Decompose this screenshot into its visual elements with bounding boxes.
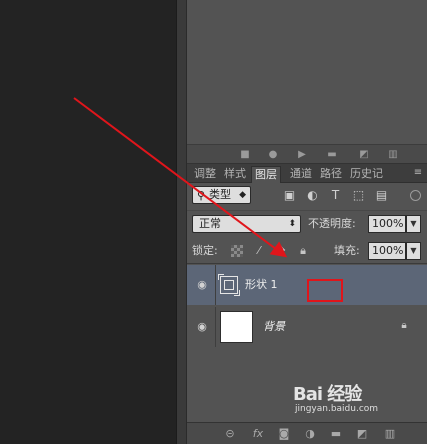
layer-name[interactable]: 背景 [263,319,285,335]
layer-row-background[interactable]: ◉ 背景 🔒︎ [187,307,427,347]
visibility-eye-icon[interactable]: ◉ [195,278,209,292]
chevron-updown-icon: ⬍ [288,219,296,229]
shape-filter-icon[interactable]: ⬚ [352,189,365,202]
filter-kind-select[interactable]: ⚲ 类型 ◆ [192,186,251,204]
lock-row: 锁定: ⁄ ✥ 🔒︎ 填充: 100% ▼ [187,238,427,264]
tab-adjustments[interactable]: 调整 [191,166,219,183]
panel-dock-gutter [176,0,186,444]
tab-styles[interactable]: 样式 [221,166,249,183]
mask-icon[interactable]: ◙ [277,427,291,441]
tab-paths[interactable]: 路径 [317,166,345,183]
shape-layer-thumbnail-icon[interactable] [218,274,240,296]
adjustment-icon[interactable]: ◑ [303,427,317,441]
type-filter-icon[interactable]: T [329,189,342,202]
tab-history[interactable]: 历史记 [347,166,386,183]
stop-icon[interactable]: ■ [239,149,251,160]
panel-tab-strip: 调整 样式 图层 通道 路径 历史记 ≡ [187,164,427,183]
fill-input[interactable]: 100% [368,242,406,260]
filter-kind-value: 类型 [209,188,231,201]
play-icon[interactable]: ▶ [296,149,308,160]
opacity-label: 不透明度: [308,217,356,230]
document-canvas[interactable] [0,0,176,444]
blend-mode-select[interactable]: 正常 ⬍ [192,215,301,233]
folder-icon[interactable]: ▬ [326,149,338,160]
layers-bottom-toolbar: ⊝ fx ◙ ◑ ▬ ◩ ▥ [187,422,427,444]
actions-panel-body [187,0,427,144]
fill-dropdown-icon[interactable]: ▼ [406,242,421,260]
fx-icon[interactable]: fx [251,427,265,441]
delete-icon[interactable]: ▥ [383,427,397,441]
lock-pixels-icon[interactable]: ⁄ [253,245,265,257]
tab-layers[interactable]: 图层 [251,166,281,183]
fill-label: 填充: [334,244,360,257]
blend-mode-row: 正常 ⬍ 不透明度: 100% ▼ [187,210,427,236]
lock-icon: 🔒︎ [401,320,407,331]
opacity-input[interactable]: 100% [368,215,406,233]
watermark-logo: Bai 经验 [293,384,362,405]
chevron-down-icon: ◆ [239,190,246,200]
lock-all-icon[interactable]: 🔒︎ [297,245,309,257]
trash-icon[interactable]: ▥ [387,149,399,160]
watermark-url: jingyan.baidu.com [295,404,379,414]
link-icon[interactable]: ⊝ [223,427,237,441]
lock-label: 锁定: [192,244,218,257]
visibility-eye-icon[interactable]: ◉ [195,320,209,334]
smart-object-filter-icon[interactable]: ▤ [375,189,388,202]
new-action-icon[interactable]: ◩ [358,149,370,160]
lock-position-icon[interactable]: ✥ [275,245,287,257]
tab-channels[interactable]: 通道 [287,166,315,183]
new-layer-icon[interactable]: ◩ [355,427,369,441]
actions-panel-toolbar: ■ ● ▶ ▬ ◩ ▥ [187,144,427,164]
adjustment-filter-icon[interactable]: ◐ [306,189,319,202]
search-icon: ⚲ [197,189,206,202]
lock-transparency-icon[interactable] [231,245,243,257]
watermark: Bai 经验 jingyan.baidu.com [293,380,403,418]
annotation-highlight-box [307,279,343,302]
blend-mode-value: 正常 [199,217,221,230]
layer-filter-row: ⚲ 类型 ◆ ▣ ◐ T ⬚ ▤ [187,184,427,208]
layer-name[interactable]: 形状 1 [245,277,278,293]
right-panel-dock: ■ ● ▶ ▬ ◩ ▥ 调整 样式 图层 通道 路径 历史记 ≡ ⚲ 类型 ◆ … [186,0,427,444]
record-icon[interactable]: ● [267,149,279,160]
background-layer-thumbnail[interactable] [220,311,253,343]
filter-toggle-icon[interactable] [410,190,421,201]
opacity-dropdown-icon[interactable]: ▼ [406,215,421,233]
row-divider [215,307,216,347]
pixel-filter-icon[interactable]: ▣ [283,189,296,202]
group-icon[interactable]: ▬ [329,427,343,441]
panel-menu-icon[interactable]: ≡ [412,167,424,179]
row-divider [215,265,216,305]
